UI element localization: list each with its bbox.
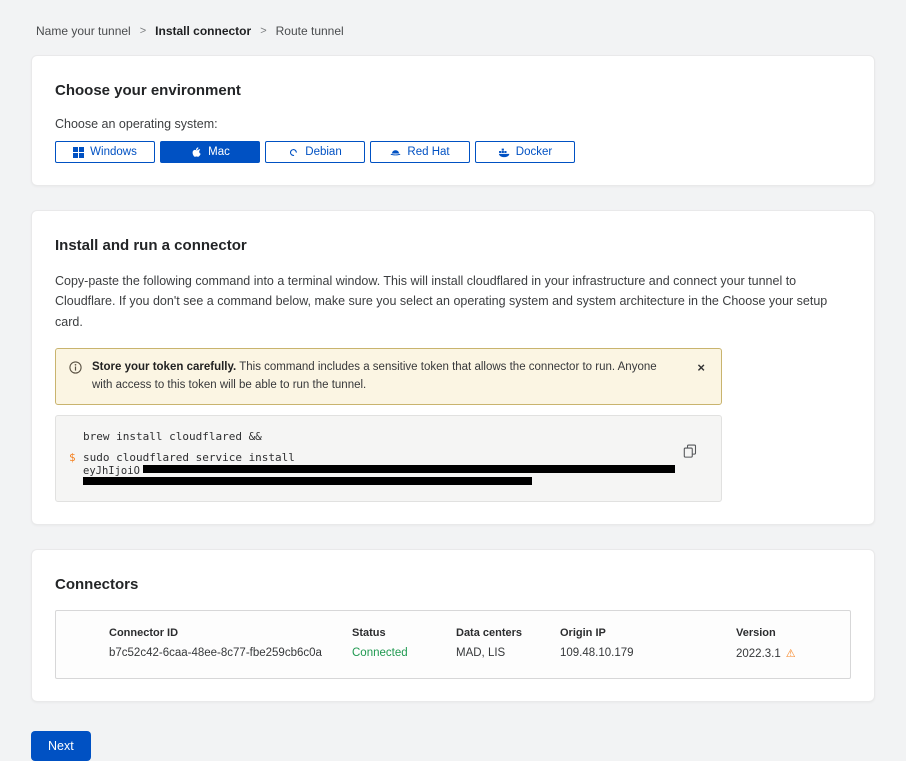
- data-centers-cell: MAD, LIS: [456, 647, 560, 660]
- info-icon: [69, 361, 82, 374]
- breadcrumb-step-name-your-tunnel[interactable]: Name your tunnel: [36, 24, 131, 38]
- os-button-label: Windows: [90, 146, 137, 158]
- os-button-redhat[interactable]: Red Hat: [370, 141, 470, 163]
- breadcrumb-step-route-tunnel[interactable]: Route tunnel: [276, 24, 344, 38]
- connectors-card: Connectors Connector ID Status Data cent…: [31, 549, 875, 702]
- table-header-row: Connector ID Status Data centers Origin …: [56, 611, 850, 639]
- token-warning-alert: Store your token carefully. This command…: [55, 348, 722, 406]
- column-header-status: Status: [352, 627, 456, 639]
- token-redaction-bar: [143, 465, 675, 473]
- card-title-install: Install and run a connector: [55, 237, 851, 254]
- alert-message: Store your token carefully. This command…: [92, 359, 683, 395]
- install-connector-card: Install and run a connector Copy-paste t…: [31, 210, 875, 525]
- install-command-codeblock: brew install cloudflared && $ sudo cloud…: [55, 415, 722, 502]
- status-badge: Connected: [352, 647, 456, 660]
- code-command-1: brew install cloudflared &&: [83, 430, 262, 443]
- column-header-connector-id: Connector ID: [109, 627, 352, 639]
- os-select-label: Choose an operating system:: [55, 117, 851, 131]
- close-icon[interactable]: ×: [693, 359, 709, 376]
- os-button-label: Docker: [516, 146, 552, 158]
- install-description: Copy-paste the following command into a …: [55, 271, 850, 332]
- os-button-debian[interactable]: Debian: [265, 141, 365, 163]
- connector-id-cell: b7c52c42-6caa-48ee-8c77-fbe259cb6c0a: [109, 647, 352, 660]
- token-redaction-bar: [83, 477, 532, 485]
- copy-icon: [683, 444, 697, 458]
- os-button-docker[interactable]: Docker: [475, 141, 575, 163]
- docker-logo-icon: [498, 146, 510, 158]
- breadcrumb: Name your tunnel > Install connector > R…: [0, 0, 906, 55]
- breadcrumb-step-install-connector[interactable]: Install connector: [155, 24, 251, 38]
- apple-logo-icon: [190, 146, 202, 158]
- copy-command-button[interactable]: [681, 442, 699, 463]
- choose-environment-card: Choose your environment Choose an operat…: [31, 55, 875, 186]
- code-line-token: [69, 477, 675, 487]
- card-title-connectors: Connectors: [55, 576, 851, 593]
- os-button-mac[interactable]: Mac: [160, 141, 260, 163]
- connectors-table: Connector ID Status Data centers Origin …: [55, 610, 851, 679]
- os-button-windows[interactable]: Windows: [55, 141, 155, 163]
- column-header-origin-ip: Origin IP: [560, 627, 736, 639]
- os-button-label: Red Hat: [407, 146, 449, 158]
- code-line-token: eyJhIjoiO: [69, 465, 675, 477]
- column-header-data-centers: Data centers: [456, 627, 560, 639]
- os-button-label: Mac: [208, 146, 230, 158]
- token-prefix: eyJhIjoiO: [83, 465, 140, 477]
- os-button-group: Windows Mac Debian Red Hat Docker: [55, 141, 851, 163]
- code-line: brew install cloudflared &&: [69, 428, 675, 444]
- breadcrumb-separator: >: [140, 25, 146, 37]
- redhat-logo-icon: [390, 147, 401, 158]
- code-command-2: sudo cloudflared service install: [83, 451, 295, 464]
- origin-ip-cell: 109.48.10.179: [560, 647, 736, 660]
- windows-logo-icon: [73, 147, 84, 158]
- next-button[interactable]: Next: [31, 731, 91, 761]
- debian-logo-icon: [288, 147, 299, 158]
- shell-prompt: $: [69, 451, 83, 464]
- code-line: $ sudo cloudflared service install: [69, 449, 675, 465]
- os-button-label: Debian: [305, 146, 341, 158]
- version-cell: 2022.3.1 ⚠: [736, 647, 850, 660]
- card-title-environment: Choose your environment: [55, 82, 851, 99]
- column-header-version: Version: [736, 627, 850, 639]
- alert-message-bold: Store your token carefully.: [92, 361, 236, 373]
- breadcrumb-separator: >: [260, 25, 266, 37]
- version-value: 2022.3.1: [736, 648, 781, 660]
- table-row: b7c52c42-6caa-48ee-8c77-fbe259cb6c0a Con…: [56, 639, 850, 678]
- warning-icon: ⚠: [786, 647, 796, 660]
